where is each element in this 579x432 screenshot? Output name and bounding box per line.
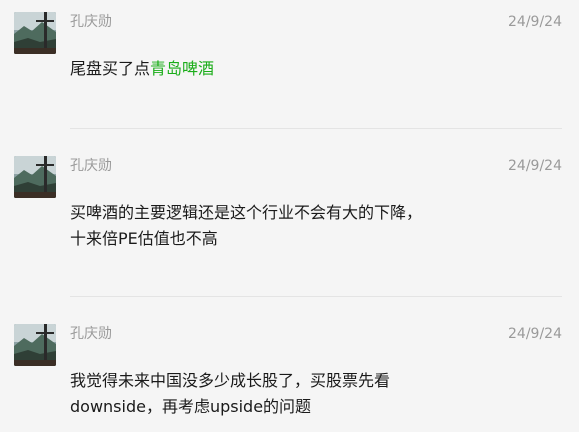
landscape-avatar-icon bbox=[14, 12, 56, 54]
avatar[interactable] bbox=[14, 324, 56, 366]
author-name[interactable]: 孔庆勋 bbox=[70, 156, 112, 176]
divider bbox=[70, 296, 562, 297]
landscape-avatar-icon bbox=[14, 156, 56, 198]
comment-text-line: downside，再考虑upside的问题 bbox=[70, 397, 312, 416]
comment-text-line: 我觉得未来中国没多少成长股了，买股票先看 bbox=[70, 371, 391, 390]
comment-text-line: 买啤酒的主要逻辑还是这个行业不会有大的下降， bbox=[70, 203, 423, 222]
timestamp: 24/9/24 bbox=[508, 326, 562, 342]
comment-text-line: 十来倍PE估值也不高 bbox=[70, 229, 218, 248]
stock-link[interactable]: 青岛啤酒 bbox=[150, 59, 214, 78]
timestamp: 24/9/24 bbox=[508, 158, 562, 174]
landscape-avatar-icon bbox=[14, 324, 56, 366]
comment-text: 尾盘买了点青岛啤酒 bbox=[70, 56, 214, 82]
comment-text-plain: 尾盘买了点 bbox=[70, 59, 151, 78]
comment-feed: 孔庆勋 24/9/24 尾盘买了点青岛啤酒 孔庆勋 24/9/24 买啤酒的主要… bbox=[0, 0, 579, 432]
timestamp: 24/9/24 bbox=[508, 14, 562, 30]
author-name[interactable]: 孔庆勋 bbox=[70, 324, 112, 344]
avatar[interactable] bbox=[14, 12, 56, 54]
avatar[interactable] bbox=[14, 156, 56, 198]
author-name[interactable]: 孔庆勋 bbox=[70, 12, 112, 32]
divider bbox=[70, 128, 562, 129]
